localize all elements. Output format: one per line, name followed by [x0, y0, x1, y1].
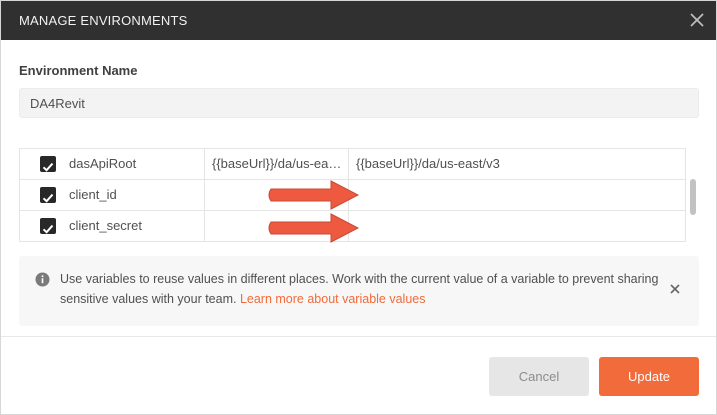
- current-value-cell[interactable]: [349, 180, 685, 211]
- footer-divider: [1, 336, 716, 337]
- checkbox-cell: [20, 211, 68, 242]
- close-icon[interactable]: [686, 9, 708, 31]
- checkbox-checked-icon[interactable]: [40, 187, 56, 203]
- table-scrollbar[interactable]: [688, 148, 698, 242]
- variable-key-cell[interactable]: dasApiRoot: [68, 149, 205, 180]
- environment-name-label: Environment Name: [19, 63, 138, 78]
- environment-name-input[interactable]: [19, 88, 699, 118]
- variable-key-cell[interactable]: client_id: [68, 180, 205, 211]
- current-value-cell[interactable]: {{baseUrl}}/da/us-east/v3: [349, 149, 685, 180]
- manage-environments-modal: MANAGE ENVIRONMENTS Environment Name das…: [0, 0, 717, 415]
- annotation-arrow-icon: [268, 213, 360, 243]
- info-icon: [35, 272, 50, 287]
- info-text: Use variables to reuse values in differe…: [60, 269, 660, 309]
- modal-header: MANAGE ENVIRONMENTS: [1, 1, 716, 40]
- modal-title: MANAGE ENVIRONMENTS: [19, 13, 188, 28]
- checkbox-checked-icon[interactable]: [40, 218, 56, 234]
- update-button[interactable]: Update: [599, 357, 699, 396]
- cancel-button[interactable]: Cancel: [489, 357, 589, 396]
- info-banner: Use variables to reuse values in differe…: [19, 256, 699, 326]
- table-row: dasApiRoot {{baseUrl}}/da/us-ea… {{baseU…: [20, 149, 685, 180]
- variable-key-cell[interactable]: client_secret: [68, 211, 205, 242]
- initial-value-cell[interactable]: {{baseUrl}}/da/us-ea…: [205, 149, 349, 180]
- learn-more-link[interactable]: Learn more about variable values: [240, 292, 426, 306]
- checkbox-checked-icon[interactable]: [40, 156, 56, 172]
- scrollbar-thumb[interactable]: [690, 179, 696, 215]
- current-value-cell[interactable]: [349, 211, 685, 242]
- dismiss-icon[interactable]: [668, 282, 682, 296]
- checkbox-cell: [20, 180, 68, 211]
- annotation-arrow-icon: [268, 180, 360, 210]
- checkbox-cell: [20, 149, 68, 180]
